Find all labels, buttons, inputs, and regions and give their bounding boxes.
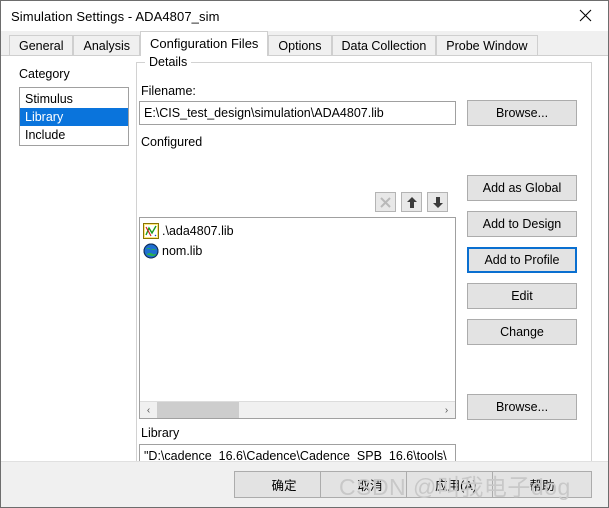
scroll-right-icon[interactable]: › [438, 402, 455, 418]
list-item-label: .\ada4807.lib [162, 224, 234, 238]
close-icon[interactable] [563, 1, 608, 30]
configured-list[interactable]: .\ada4807.lib nom.lib ‹ › [139, 217, 456, 419]
configured-label: Configured [141, 135, 203, 149]
simulation-settings-dialog: Simulation Settings - ADA4807_sim Genera… [0, 0, 609, 508]
browse-bottom-button[interactable]: Browse... [467, 394, 577, 420]
category-item-include[interactable]: Include [20, 126, 128, 144]
tab-bar: General Analysis Configuration Files Opt… [1, 31, 608, 56]
change-button[interactable]: Change [467, 319, 577, 345]
cancel-button[interactable]: 取消 [320, 471, 420, 498]
category-item-library[interactable]: Library [20, 108, 128, 126]
scrollbar-thumb[interactable] [157, 402, 239, 418]
design-library-icon [143, 223, 159, 239]
edit-button[interactable]: Edit [467, 283, 577, 309]
category-label: Category [19, 67, 70, 81]
category-item-stimulus[interactable]: Stimulus [20, 90, 128, 108]
tab-panel-configuration-files: Category Stimulus Library Include Detail… [1, 55, 608, 484]
list-item-label: nom.lib [162, 244, 203, 258]
horizontal-scrollbar[interactable]: ‹ › [140, 401, 455, 418]
details-group-title: Details [145, 55, 192, 69]
delete-icon[interactable] [375, 192, 396, 212]
list-item[interactable]: nom.lib [143, 241, 455, 261]
ok-button[interactable]: 确定 [234, 471, 334, 498]
tab-configuration-files[interactable]: Configuration Files [140, 31, 269, 56]
filename-input[interactable]: E:\CIS_test_design\simulation\ADA4807.li… [139, 101, 456, 125]
tab-probe-window[interactable]: Probe Window [436, 35, 538, 56]
title-bar: Simulation Settings - ADA4807_sim [1, 1, 608, 31]
filename-label: Filename: [141, 84, 196, 98]
tab-data-collection[interactable]: Data Collection [331, 35, 437, 56]
scroll-left-icon[interactable]: ‹ [140, 402, 157, 418]
help-button[interactable]: 帮助 [492, 471, 592, 498]
add-as-global-button[interactable]: Add as Global [467, 175, 577, 201]
move-up-icon[interactable] [401, 192, 422, 212]
scrollbar-track[interactable] [157, 402, 438, 418]
category-list[interactable]: Stimulus Library Include [19, 87, 129, 146]
browse-top-button[interactable]: Browse... [467, 100, 577, 126]
dialog-button-bar: 确定 取消 应用(A) 帮助 [1, 461, 608, 507]
list-item[interactable]: .\ada4807.lib [143, 221, 455, 241]
tab-general[interactable]: General [9, 35, 74, 56]
global-library-icon [143, 243, 159, 259]
tab-options[interactable]: Options [268, 35, 332, 56]
move-down-icon[interactable] [427, 192, 448, 212]
window-title: Simulation Settings - ADA4807_sim [11, 8, 220, 24]
add-to-profile-button[interactable]: Add to Profile [467, 247, 577, 273]
add-to-design-button[interactable]: Add to Design [467, 211, 577, 237]
tab-analysis[interactable]: Analysis [73, 35, 141, 56]
library-label: Library [141, 426, 180, 440]
apply-button[interactable]: 应用(A) [406, 471, 506, 498]
